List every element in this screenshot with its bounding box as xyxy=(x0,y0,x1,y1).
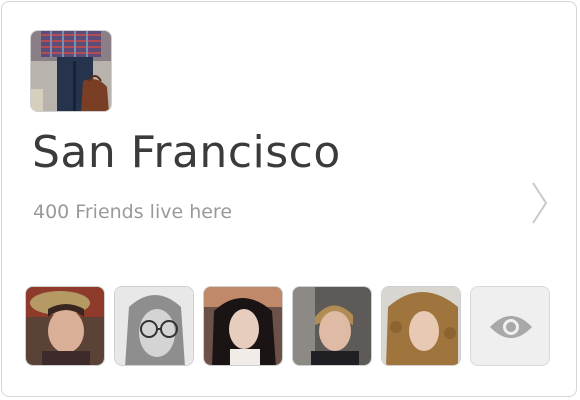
friends-count-text: 400 Friends live here xyxy=(33,201,233,223)
eye-icon xyxy=(490,316,532,338)
friend-avatar[interactable] xyxy=(25,286,105,366)
friend-avatar-dark-hair xyxy=(204,287,282,365)
friend-avatar[interactable] xyxy=(203,286,283,366)
friend-avatar-glasses xyxy=(115,287,193,365)
friend-avatar-blond xyxy=(293,287,371,365)
friend-avatar[interactable] xyxy=(114,286,194,366)
friend-avatar-hat xyxy=(26,287,104,365)
friend-avatar[interactable] xyxy=(292,286,372,366)
city-card: San Francisco 400 Friends live here xyxy=(1,1,577,397)
chevron-right-icon[interactable] xyxy=(528,178,552,228)
view-all-button[interactable] xyxy=(470,286,550,366)
city-title: San Francisco xyxy=(32,127,341,178)
city-photo-image xyxy=(31,31,111,111)
friend-avatar[interactable] xyxy=(381,286,461,366)
city-thumbnail[interactable] xyxy=(30,30,112,112)
friend-avatar-curly xyxy=(382,287,460,365)
